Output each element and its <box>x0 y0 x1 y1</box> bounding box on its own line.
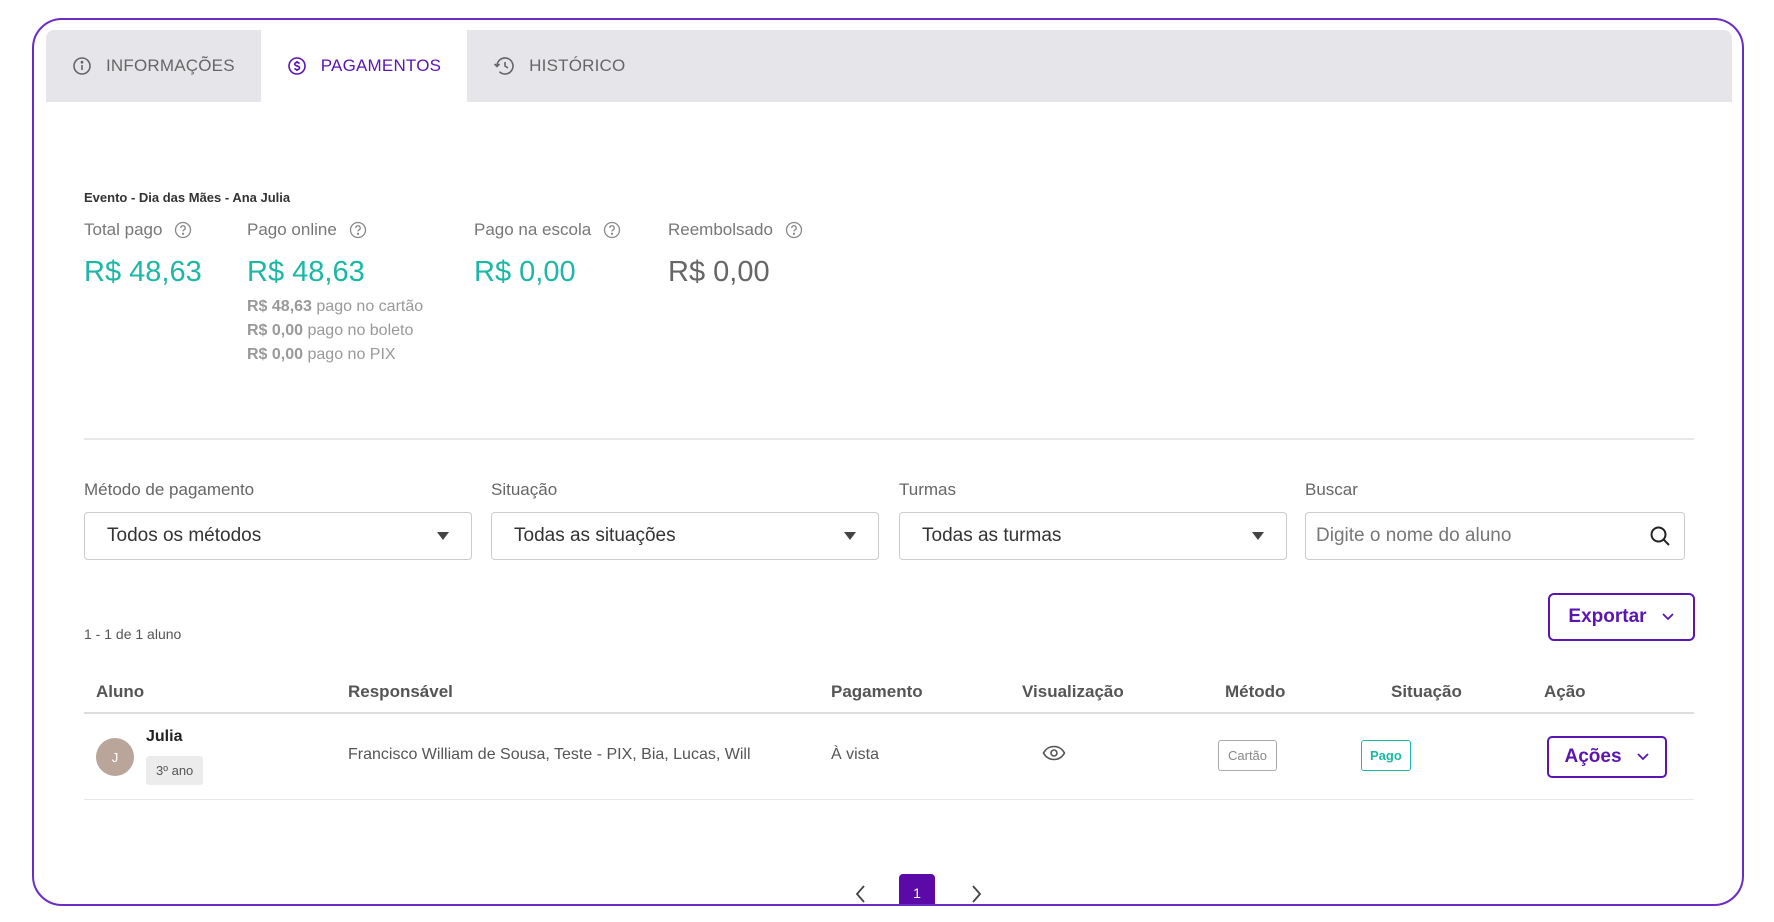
detail-cartao: R$ 48,63 pago no cartão <box>247 298 424 315</box>
detail-boleto: R$ 0,00 pago no boleto <box>247 322 414 339</box>
stat-reembolsado: Reembolsado R$ 0,00 <box>668 220 803 289</box>
tab-historico-label: HISTÓRICO <box>529 56 626 75</box>
col-responsavel[interactable]: Responsável <box>348 682 453 702</box>
stat-total-label: Total pago <box>84 220 163 239</box>
stat-pago-online: Pago online R$ 48,63 R$ 48,63 pago no ca… <box>247 220 423 367</box>
actions-button-label: Ações <box>1564 746 1622 767</box>
stat-total-value: R$ 48,63 <box>84 256 202 288</box>
pagination: 1 <box>84 874 1694 904</box>
filter-situacao: Situação Todas as situações <box>491 480 879 560</box>
method-select[interactable]: Todos os métodos <box>84 512 472 560</box>
stat-refunded-label: Reembolsado <box>668 220 773 239</box>
method-select-value: Todos os métodos <box>107 525 262 546</box>
tab-informacoes-label: INFORMAÇÕES <box>106 56 235 75</box>
stat-online-value: R$ 48,63 <box>247 256 365 288</box>
event-title: Evento - Dia das Mães - Ana Julia <box>84 190 291 205</box>
caret-down-icon <box>437 532 449 540</box>
table-header: Aluno Responsável Pagamento Visualização… <box>84 674 1694 714</box>
status-select-value: Todas as situações <box>514 525 676 546</box>
search-box <box>1305 512 1685 560</box>
stat-online-label: Pago online <box>247 220 337 239</box>
detail-pix: R$ 0,00 pago no PIX <box>247 346 396 363</box>
results-count: 1 - 1 de 1 aluno <box>84 626 182 642</box>
page-1-button[interactable]: 1 <box>899 874 935 904</box>
filter-turmas-label: Turmas <box>899 480 956 499</box>
section-divider <box>84 438 1694 440</box>
chevron-right-icon[interactable] <box>969 884 983 904</box>
col-situacao[interactable]: Situação <box>1391 682 1462 702</box>
classes-select[interactable]: Todas as turmas <box>899 512 1287 560</box>
student-name: Julia <box>146 728 183 745</box>
stat-school-label: Pago na escola <box>474 220 592 239</box>
method-badge: Cartão <box>1218 740 1278 771</box>
filter-turmas: Turmas Todas as turmas <box>899 480 1287 560</box>
table-row: J Julia 3º ano Francisco William de Sous… <box>84 714 1694 800</box>
col-metodo[interactable]: Método <box>1225 682 1285 702</box>
tab-informacoes[interactable]: INFORMAÇÕES <box>46 30 261 102</box>
chevron-left-icon[interactable] <box>854 884 868 904</box>
dollar-circle-icon <box>287 57 306 75</box>
col-aluno[interactable]: Aluno <box>96 682 144 702</box>
chevron-down-icon <box>1636 753 1649 761</box>
col-visualizacao[interactable]: Visualização <box>1022 682 1124 702</box>
col-pagamento[interactable]: Pagamento <box>831 682 923 702</box>
tab-pagamentos-label: PAGAMENTOS <box>320 56 442 75</box>
help-icon[interactable] <box>603 221 621 239</box>
search-input[interactable] <box>1316 525 1616 547</box>
col-acao: Ação <box>1544 682 1586 701</box>
status-select[interactable]: Todas as situações <box>491 512 879 560</box>
history-icon <box>494 57 514 75</box>
status-badge: Pago <box>1361 740 1411 771</box>
tab-pagamentos[interactable]: PAGAMENTOS <box>260 30 468 102</box>
eye-icon[interactable] <box>1042 744 1066 762</box>
payment-cell: À vista <box>831 746 880 763</box>
payments-panel: INFORMAÇÕES PAGAMENTOS HISTÓRICO Evento … <box>32 18 1744 906</box>
help-icon[interactable] <box>174 221 192 239</box>
caret-down-icon <box>1252 532 1264 540</box>
caret-down-icon <box>844 532 856 540</box>
tab-bar: INFORMAÇÕES PAGAMENTOS HISTÓRICO <box>46 30 1732 102</box>
filter-metodo: Método de pagamento Todos os métodos <box>84 480 472 560</box>
export-button[interactable]: Exportar <box>1548 593 1695 641</box>
classes-select-value: Todas as turmas <box>922 525 1062 546</box>
stat-total-pago: Total pago R$ 48,63 <box>84 220 202 289</box>
filter-situacao-label: Situação <box>491 480 558 499</box>
stat-refunded-value: R$ 0,00 <box>668 256 770 288</box>
stat-school-value: R$ 0,00 <box>474 256 576 288</box>
help-icon[interactable] <box>349 221 367 239</box>
students-table: Aluno Responsável Pagamento Visualização… <box>84 674 1694 800</box>
actions-button[interactable]: Ações <box>1547 736 1667 778</box>
grade-badge: 3º ano <box>146 756 204 785</box>
responsible-cell: Francisco William de Sousa, Teste - PIX,… <box>348 746 751 763</box>
filter-metodo-label: Método de pagamento <box>84 480 255 499</box>
help-icon[interactable] <box>785 221 803 239</box>
chevron-down-icon <box>1661 613 1674 621</box>
filter-buscar: Buscar <box>1305 480 1685 560</box>
tab-historico[interactable]: HISTÓRICO <box>467 30 651 102</box>
filter-buscar-label: Buscar <box>1305 480 1358 499</box>
info-icon <box>73 57 91 75</box>
stat-pago-escola: Pago na escola R$ 0,00 <box>474 220 621 289</box>
avatar: J <box>96 738 134 776</box>
export-button-label: Exportar <box>1568 606 1647 627</box>
search-icon[interactable] <box>1648 524 1672 548</box>
stat-online-details: R$ 48,63 pago no cartão R$ 0,00 pago no … <box>247 295 423 367</box>
